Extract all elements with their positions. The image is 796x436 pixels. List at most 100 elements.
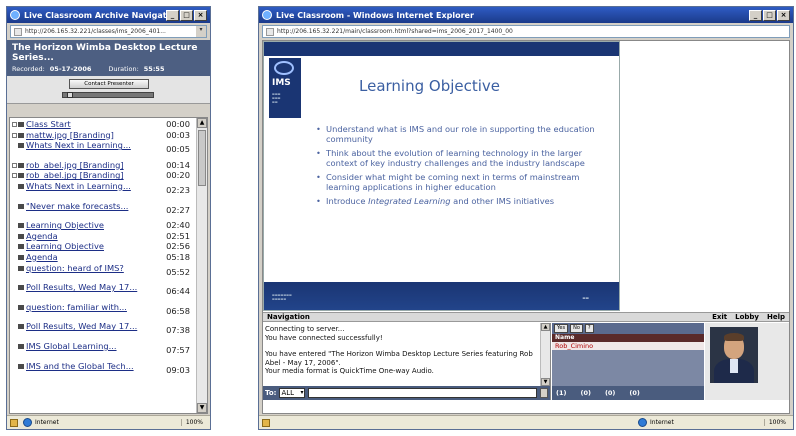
toc-item-label[interactable]: question: heard of IMS? (26, 264, 154, 282)
classroom-address-bar[interactable]: http://206.165.32.221/main/classroom.htm… (262, 25, 790, 38)
toc-item-label[interactable]: Whats Next in Learning... (26, 141, 154, 159)
participant-name[interactable]: Rob_Cimino (552, 342, 704, 350)
slide-bullet: Think about the evolution of learning te… (316, 148, 606, 168)
page-icon (14, 27, 22, 36)
toc-item-time: 00:03 (166, 129, 190, 140)
toc-item-label[interactable]: "Never make forecasts... (26, 202, 154, 220)
toc-item[interactable]: IMS Global Learning... 07:57 (10, 342, 195, 360)
toc-item-label[interactable]: Learning Objective (26, 221, 154, 230)
address-dropdown-icon[interactable]: ▾ (196, 26, 206, 37)
zone-label: Internet (35, 419, 59, 426)
live-classroom-window: Live Classroom - Windows Internet Explor… (258, 6, 794, 430)
maximize-button[interactable]: □ (180, 9, 193, 21)
close-button[interactable]: × (194, 9, 207, 21)
minimize-button[interactable]: _ (166, 9, 179, 21)
toc-item-label[interactable]: IMS and the Global Tech... (26, 362, 154, 380)
contact-presenter-button[interactable]: Contact Presenter (69, 79, 149, 89)
recorded-label: Recorded: (12, 65, 45, 73)
scroll-thumb[interactable] (198, 130, 206, 186)
toc-item-label[interactable]: Poll Results, Wed May 17... (26, 322, 154, 340)
slide-icon (18, 173, 24, 179)
toc-item[interactable]: Learning Objective 02:56 (10, 242, 195, 251)
toc-item[interactable]: Poll Results, Wed May 17... 07:38 (10, 322, 195, 340)
presenter-photo (710, 327, 758, 383)
toc-item-label[interactable]: Poll Results, Wed May 17... (26, 283, 154, 301)
count-no: (0) (604, 389, 616, 397)
toc-item-label[interactable]: question: familiar with... (26, 303, 154, 321)
toc-item[interactable]: Whats Next in Learning... 00:05 (10, 141, 195, 159)
scroll-down-icon[interactable]: ▼ (197, 403, 207, 413)
question-button[interactable]: ? (584, 324, 594, 333)
chat-panel: Connecting to server... You have connect… (263, 323, 551, 400)
toc-item-label[interactable]: mattw.jpg [Branding] (26, 131, 154, 140)
toc-item[interactable]: IMS and the Global Tech... 09:03 (10, 362, 195, 380)
classroom-title-bar: Live Classroom - Windows Internet Explor… (259, 7, 793, 23)
exit-link[interactable]: Exit (712, 313, 727, 321)
toc-item-label[interactable]: Agenda (26, 232, 154, 241)
zoom-level[interactable]: 100% (763, 419, 790, 426)
participants-panel: Yes No ? Name Rob_Cimino (1) (0) (0) (0) (552, 323, 704, 400)
chat-message: Connecting to server... (265, 325, 345, 333)
security-icon (262, 418, 270, 427)
toc-item-label[interactable]: Whats Next in Learning... (26, 182, 154, 200)
toc-scrollbar[interactable]: ▲ ▼ (196, 118, 207, 413)
internet-zone-icon (23, 418, 32, 427)
yes-button[interactable]: Yes (554, 324, 569, 333)
ims-logo: IMS ▬▬▬ ▬▬▬ ▬▬ (269, 58, 301, 118)
playback-progress-bar[interactable] (62, 92, 154, 98)
scroll-down-icon[interactable]: ▼ (541, 378, 550, 386)
toc-item[interactable]: mattw.jpg [Branding] 00:03 (10, 129, 195, 140)
minimize-button[interactable]: _ (749, 9, 762, 21)
toc-item[interactable]: question: familiar with... 06:58 (10, 303, 195, 321)
no-button[interactable]: No (570, 324, 583, 333)
slide-icon (18, 244, 24, 250)
ie-icon (262, 10, 272, 20)
toc-item-time: 06:58 (166, 305, 190, 316)
archive-address-bar[interactable]: http://206.165.32.221/classes/ims_2006_4… (10, 25, 207, 38)
scroll-up-icon[interactable]: ▲ (541, 323, 550, 331)
scroll-up-icon[interactable]: ▲ (197, 118, 207, 128)
expand-icon[interactable] (12, 173, 17, 179)
count-yes: (0) (580, 389, 591, 397)
recipient-select[interactable]: ALL (279, 388, 306, 398)
ie-icon (10, 10, 20, 20)
toc-item[interactable]: rob_abel.jpg [Branding] 00:14 (10, 160, 195, 170)
toc-item[interactable]: "Never make forecasts... 02:27 (10, 202, 195, 220)
toc-item-time: 02:40 (166, 220, 190, 231)
maximize-button[interactable]: □ (763, 9, 776, 21)
toc-item-label[interactable]: IMS Global Learning... (26, 342, 154, 360)
toc-item[interactable]: Agenda 05:18 (10, 252, 195, 262)
toc-item[interactable]: Poll Results, Wed May 17... 06:44 (10, 283, 195, 301)
send-button[interactable] (540, 388, 548, 398)
hair-shape (724, 333, 744, 341)
zoom-level[interactable]: 100% (180, 419, 207, 426)
chat-scrollbar[interactable]: ▲ ▼ (540, 323, 550, 386)
toc-item-label[interactable]: Learning Objective (26, 242, 154, 251)
playback-controls: Contact Presenter (7, 76, 210, 104)
chat-message: You have entered "The Horizon Wimba Desk… (265, 350, 533, 367)
lobby-link[interactable]: Lobby (735, 313, 759, 321)
toc-item-label[interactable]: rob_abel.jpg [Branding] (26, 161, 154, 170)
expand-icon[interactable] (12, 132, 17, 138)
toc-item[interactable]: question: heard of IMS? 05:52 (10, 264, 195, 282)
expand-icon[interactable] (12, 122, 17, 127)
toc-item[interactable]: Agenda 02:51 (10, 230, 195, 241)
close-button[interactable]: × (777, 9, 790, 21)
toc-item-label[interactable]: Class Start (26, 120, 154, 129)
toc-item-time: 07:57 (166, 344, 190, 355)
help-link[interactable]: Help (767, 313, 785, 321)
chat-input[interactable] (308, 388, 537, 398)
toc-item[interactable]: Learning Objective 02:40 (10, 221, 195, 230)
progress-knob[interactable] (67, 92, 73, 98)
classroom-status-bar: Internet 100% (259, 415, 793, 429)
toc-item-label[interactable]: Agenda (26, 253, 154, 262)
toc-item-label[interactable]: rob_abel.jpg [Branding] (26, 171, 154, 180)
toc-item[interactable]: Whats Next in Learning... 02:23 (10, 182, 195, 200)
count-talk: (1) (556, 389, 567, 397)
toc-item-time: 02:51 (166, 230, 190, 241)
toc-item[interactable]: Class Start 00:00 (10, 120, 195, 129)
toc-item[interactable]: rob_abel.jpg [Branding] 00:20 (10, 171, 195, 180)
chat-input-bar: To: ALL (263, 386, 550, 400)
expand-icon[interactable] (12, 162, 17, 168)
participant-counts: (1) (0) (0) (0) (552, 386, 704, 400)
